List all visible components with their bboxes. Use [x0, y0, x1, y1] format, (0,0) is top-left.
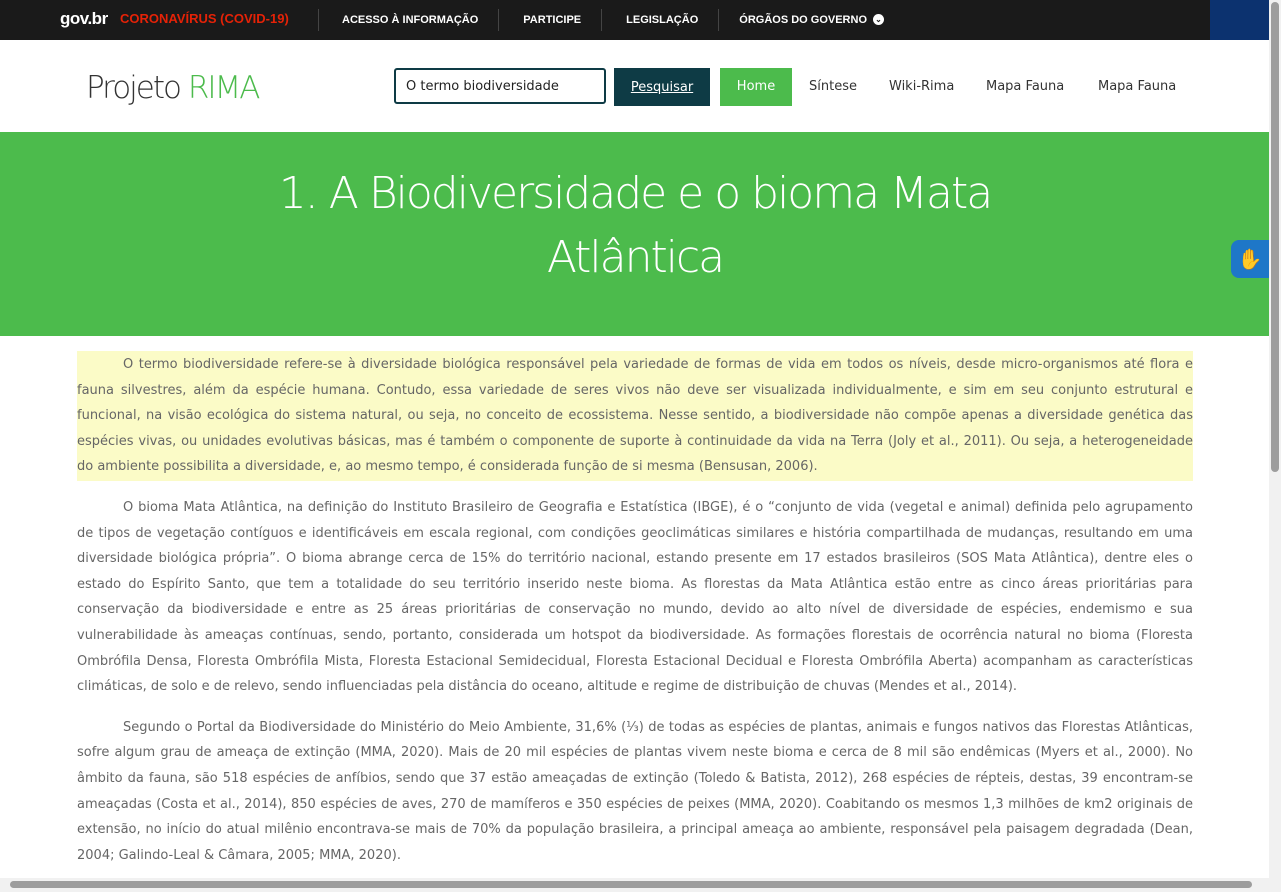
gov-logo[interactable]: gov.br [60, 9, 108, 29]
covid-link[interactable]: CORONAVÍRUS (COVID-19) [120, 11, 289, 26]
article-content: O termo biodiversidade refere-se à diver… [77, 351, 1193, 883]
brand-logo[interactable]: Projeto RIMA [86, 70, 261, 106]
hero-banner: 1. A Biodiversidade e o bioma Mata Atlân… [0, 132, 1269, 336]
nav-sintese[interactable]: Síntese [809, 68, 857, 106]
gov-link-acesso[interactable]: ACESSO À INFORMAÇÃO [318, 9, 498, 31]
horizontal-scroll-thumb[interactable] [10, 881, 1252, 888]
site-header: Projeto RIMA Pesquisar Home Síntese Wiki… [0, 40, 1269, 133]
nav-mapa-fauna[interactable]: Mapa Fauna [986, 68, 1064, 106]
paragraph: O bioma Mata Atlântica, na definição do … [77, 499, 1193, 695]
sign-language-icon[interactable]: ✋ [1231, 240, 1269, 278]
search-input[interactable] [394, 68, 606, 104]
paragraph: Segundo o Portal da Biodiversidade do Mi… [77, 719, 1193, 863]
gov-link-legislacao[interactable]: LEGISLAÇÃO [601, 9, 718, 31]
gov-nav: ACESSO À INFORMAÇÃO PARTICIPE LEGISLAÇÃO… [318, 0, 904, 40]
search-button[interactable]: Pesquisar [614, 68, 710, 106]
nav-mapa-fauna-2[interactable]: Mapa Fauna [1098, 68, 1176, 106]
vertical-scroll-thumb[interactable] [1271, 2, 1279, 472]
chevron-down-icon: ⌄ [873, 14, 885, 25]
page-title: 1. A Biodiversidade e o bioma Mata Atlân… [278, 168, 993, 283]
gov-link-orgaos-label: ÓRGÃOS DO GOVERNO [739, 14, 868, 26]
nav-wiki-rima[interactable]: Wiki-Rima [889, 68, 954, 106]
gov-link-participe[interactable]: PARTICIPE [498, 9, 601, 31]
brand-main: Projeto [86, 70, 188, 106]
brand-accent: RIMA [187, 70, 261, 106]
gov-link-orgaos[interactable]: ÓRGÃOS DO GOVERNO ⌄ [718, 9, 904, 31]
nav-home[interactable]: Home [720, 68, 792, 106]
paragraph-highlighted: O termo biodiversidade refere-se à diver… [77, 351, 1193, 481]
